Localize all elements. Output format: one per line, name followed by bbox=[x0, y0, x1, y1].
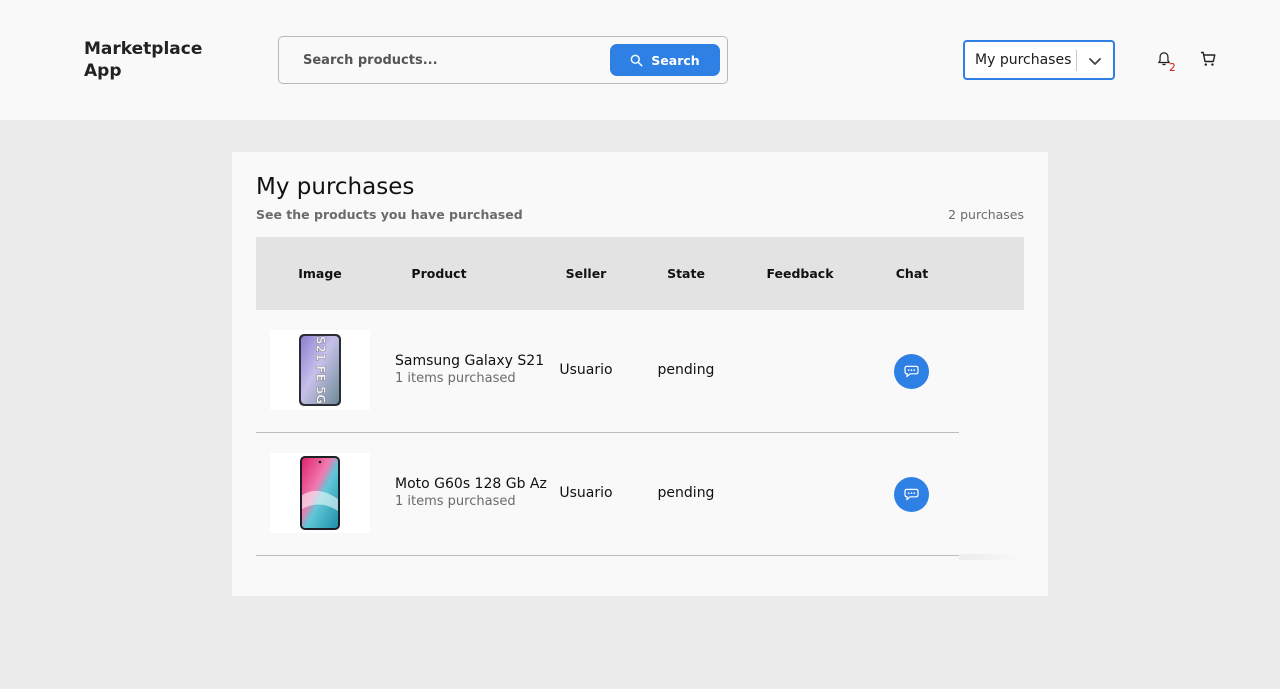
column-header-image: Image bbox=[298, 266, 342, 281]
table-header: Image Product Seller State Feedback Chat bbox=[256, 237, 1024, 310]
samsung-phone-image: S21 FE 5G bbox=[299, 334, 341, 406]
column-header-product: Product bbox=[411, 266, 467, 281]
product-image[interactable] bbox=[270, 453, 370, 533]
cart-icon[interactable] bbox=[1200, 51, 1216, 67]
purchase-count: 2 purchases bbox=[948, 207, 1024, 222]
column-header-chat: Chat bbox=[895, 266, 929, 281]
moto-phone-image bbox=[300, 456, 340, 530]
chat-button[interactable] bbox=[894, 477, 929, 512]
page-title: My purchases bbox=[256, 174, 415, 200]
chat-icon bbox=[904, 488, 919, 501]
chat-button[interactable] bbox=[894, 354, 929, 389]
chevron-down-icon[interactable] bbox=[1087, 53, 1103, 69]
column-header-feedback: Feedback bbox=[766, 266, 834, 281]
seller-name: Usuario bbox=[559, 362, 613, 378]
search-bar: Search bbox=[278, 36, 728, 84]
top-header: Marketplace App Search My purchases 2 bbox=[0, 0, 1280, 120]
search-button[interactable]: Search bbox=[610, 44, 720, 76]
table-scroll-shadow bbox=[959, 554, 1024, 560]
table-row: S21 FE 5G Samsung Galaxy S21 1 items pur… bbox=[256, 310, 959, 433]
product-name[interactable]: Moto G60s 128 Gb Az bbox=[395, 476, 547, 492]
app-logo[interactable]: Marketplace App bbox=[84, 38, 224, 82]
select-divider bbox=[1076, 50, 1077, 71]
page-subtitle: See the products you have purchased bbox=[256, 207, 523, 222]
search-icon bbox=[630, 54, 643, 67]
purchase-state: pending bbox=[657, 362, 715, 378]
phone-box-text: S21 FE 5G bbox=[314, 336, 328, 404]
search-input[interactable] bbox=[303, 47, 603, 73]
items-purchased: 1 items purchased bbox=[395, 494, 516, 509]
column-header-state: State bbox=[667, 266, 705, 281]
search-button-label: Search bbox=[651, 52, 700, 68]
product-name[interactable]: Samsung Galaxy S21 bbox=[395, 353, 544, 369]
menu-select[interactable]: My purchases bbox=[963, 40, 1115, 80]
chat-icon bbox=[904, 365, 919, 378]
product-image[interactable]: S21 FE 5G bbox=[270, 330, 370, 410]
table-row: Moto G60s 128 Gb Az 1 items purchased Us… bbox=[256, 433, 959, 556]
purchase-state: pending bbox=[657, 485, 715, 501]
menu-select-value: My purchases bbox=[975, 52, 1072, 68]
purchases-card: My purchases See the products you have p… bbox=[232, 152, 1048, 596]
items-purchased: 1 items purchased bbox=[395, 371, 516, 386]
notification-badge: 2 bbox=[1169, 62, 1176, 74]
seller-name: Usuario bbox=[559, 485, 613, 501]
column-header-seller: Seller bbox=[565, 266, 607, 281]
